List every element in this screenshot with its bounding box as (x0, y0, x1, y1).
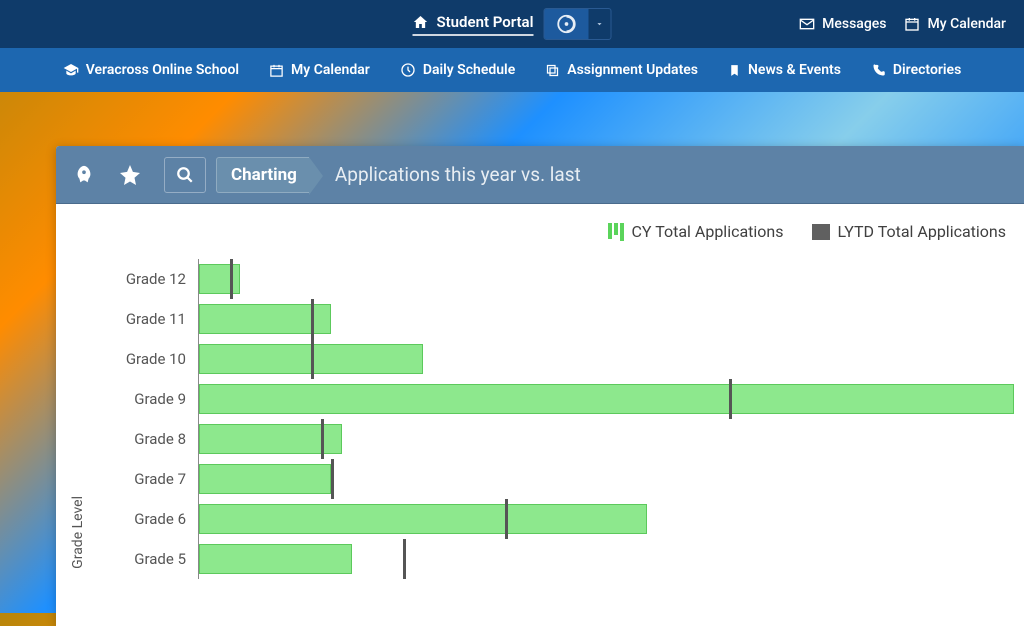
bar-cy[interactable] (199, 464, 331, 494)
nav-veracross-online-school[interactable]: Veracross Online School (63, 62, 239, 78)
legend-item-cy[interactable]: CY Total Applications (608, 222, 784, 241)
chart-area: CY Total Applications LYTD Total Applica… (56, 204, 1024, 589)
my-calendar-label: My Calendar (927, 16, 1006, 32)
marker-lytd[interactable] (403, 539, 406, 579)
row-label: Grade 11 (86, 310, 198, 328)
bar-cy[interactable] (199, 544, 352, 574)
rocket-button[interactable] (66, 157, 102, 193)
school-selector[interactable] (544, 8, 612, 40)
chart-row: Grade 12 (86, 259, 1014, 299)
row-track (198, 419, 1014, 459)
row-track (198, 299, 1014, 339)
chart-legend: CY Total Applications LYTD Total Applica… (66, 222, 1014, 241)
marker-lytd[interactable] (321, 419, 324, 459)
nav-label: My Calendar (291, 62, 370, 78)
calendar-icon (269, 63, 284, 78)
report-panel: Charting Applications this year vs. last… (56, 146, 1024, 626)
nav-directories[interactable]: Directories (871, 62, 961, 78)
square-swatch-icon (812, 224, 830, 240)
bar-cy[interactable] (199, 384, 1014, 414)
marker-lytd[interactable] (311, 299, 314, 339)
star-button[interactable] (112, 157, 148, 193)
nav-label: Daily Schedule (423, 62, 515, 78)
clock-icon (400, 62, 416, 78)
nav-label: Assignment Updates (567, 62, 698, 78)
row-label: Grade 6 (86, 510, 198, 528)
marker-lytd[interactable] (729, 379, 732, 419)
y-axis-label: Grade Level (66, 496, 86, 569)
school-logo (545, 8, 589, 40)
row-label: Grade 10 (86, 350, 198, 368)
legend-label: CY Total Applications (632, 222, 784, 241)
breadcrumb-root[interactable]: Charting (216, 157, 309, 193)
bookmark-icon (728, 63, 741, 78)
mail-icon (799, 16, 815, 32)
row-track (198, 539, 1014, 579)
chart-row: Grade 9 (86, 379, 1014, 419)
phone-icon (871, 63, 886, 78)
chart-row: Grade 7 (86, 459, 1014, 499)
top-header: Student Portal Messages My Calendar (0, 0, 1024, 48)
chevron-down-icon (589, 8, 611, 40)
row-track (198, 499, 1014, 539)
home-icon (412, 14, 428, 30)
chart-row: Grade 5 (86, 539, 1014, 579)
bar-cy[interactable] (199, 424, 342, 454)
bar-cy[interactable] (199, 264, 240, 294)
row-track (198, 259, 1014, 299)
legend-item-lytd[interactable]: LYTD Total Applications (812, 222, 1007, 241)
nav-daily-schedule[interactable]: Daily Schedule (400, 62, 515, 78)
chart-row: Grade 10 (86, 339, 1014, 379)
bar-swatch-icon (608, 223, 624, 241)
portal-label: Student Portal (436, 13, 533, 31)
messages-link[interactable]: Messages (799, 16, 886, 32)
report-title: Applications this year vs. last (335, 163, 581, 186)
marker-lytd[interactable] (331, 459, 334, 499)
chart-row: Grade 8 (86, 419, 1014, 459)
panel-header: Charting Applications this year vs. last (56, 146, 1024, 204)
row-label: Grade 9 (86, 390, 198, 408)
nav-assignment-updates[interactable]: Assignment Updates (545, 62, 698, 78)
marker-lytd[interactable] (311, 339, 314, 379)
bar-cy[interactable] (199, 504, 647, 534)
marker-lytd[interactable] (505, 499, 508, 539)
chart-row: Grade 11 (86, 299, 1014, 339)
messages-label: Messages (822, 16, 886, 32)
nav-bar: Veracross Online School My Calendar Dail… (0, 48, 1024, 92)
calendar-icon (904, 16, 920, 32)
chart-rows: Grade 12 Grade 11 Grade 10 Grade 9 Grade 8 Gr… (86, 259, 1014, 579)
row-label: Grade 5 (86, 550, 198, 568)
student-portal-link[interactable]: Student Portal (412, 13, 533, 36)
chart-row: Grade 6 (86, 499, 1014, 539)
my-calendar-top-link[interactable]: My Calendar (904, 16, 1006, 32)
breadcrumb: Charting Applications this year vs. last (216, 157, 581, 193)
legend-label: LYTD Total Applications (838, 222, 1007, 241)
row-label: Grade 7 (86, 470, 198, 488)
nav-news-events[interactable]: News & Events (728, 62, 841, 78)
search-button[interactable] (164, 157, 206, 193)
row-label: Grade 12 (86, 270, 198, 288)
row-track (198, 459, 1014, 499)
row-label: Grade 8 (86, 430, 198, 448)
marker-lytd[interactable] (230, 259, 233, 299)
row-track (198, 379, 1014, 419)
row-track (198, 339, 1014, 379)
grad-cap-icon (63, 62, 79, 78)
copy-icon (545, 63, 560, 78)
nav-my-calendar[interactable]: My Calendar (269, 62, 370, 78)
nav-label: Veracross Online School (86, 62, 239, 78)
nav-label: News & Events (748, 62, 841, 78)
nav-label: Directories (893, 62, 961, 78)
